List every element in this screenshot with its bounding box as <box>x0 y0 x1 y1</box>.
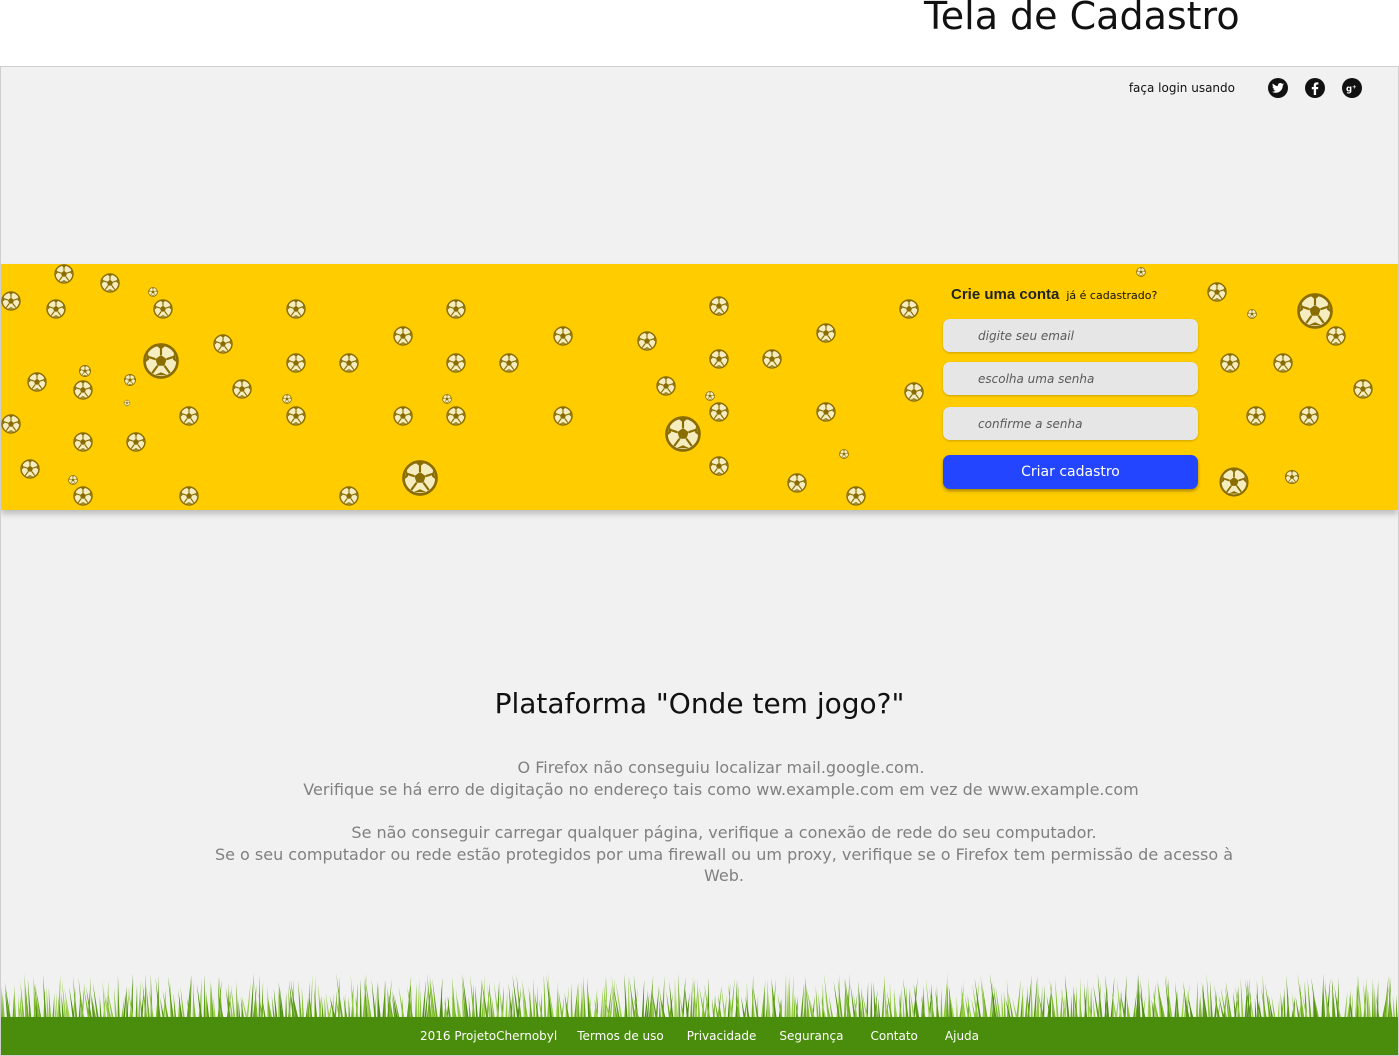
social-login-bar: faça login usando g + <box>1129 77 1362 99</box>
confirm-password-field[interactable] <box>943 407 1198 440</box>
footer: 2016 ProjetoChernobyl Termos de uso Priv… <box>1 1017 1398 1055</box>
footer-link-security[interactable]: Segurança <box>779 1029 843 1043</box>
footer-link-help[interactable]: Ajuda <box>945 1029 979 1043</box>
footer-links: 2016 ProjetoChernobyl Termos de uso Priv… <box>420 1029 979 1043</box>
signup-banner: Crie uma conta já é cadastrado? Criar ca… <box>1 264 1398 510</box>
google-plus-icon[interactable]: g + <box>1342 78 1362 98</box>
twitter-icon[interactable] <box>1268 78 1288 98</box>
error-line-3: Se não conseguir carregar qualquer págin… <box>351 823 1097 842</box>
error-line-1: O Firefox não conseguiu localizar mail.g… <box>517 758 925 777</box>
footer-link-privacy[interactable]: Privacidade <box>687 1029 757 1043</box>
signup-form-title: Crie uma conta <box>951 286 1060 303</box>
platform-title: Plataforma "Onde tem jogo?" <box>494 687 905 720</box>
page-title: Tela de Cadastro <box>924 0 1240 38</box>
create-account-button[interactable]: Criar cadastro <box>943 455 1198 489</box>
error-message-block-2: Se não conseguir carregar qualquer págin… <box>211 822 1237 887</box>
social-login-label: faça login usando <box>1128 81 1235 95</box>
already-registered-link[interactable]: já é cadastrado? <box>1066 289 1157 302</box>
signup-form: Crie uma conta já é cadastrado? Criar ca… <box>943 286 1199 489</box>
error-line-4: Se o seu computador ou rede estão proteg… <box>214 844 1234 886</box>
footer-link-terms[interactable]: Termos de uso <box>577 1029 664 1043</box>
browser-viewport: faça login usando g + Crie uma conta já … <box>0 66 1399 1056</box>
svg-text:+: + <box>1352 84 1357 90</box>
facebook-icon[interactable] <box>1305 78 1325 98</box>
signup-form-header: Crie uma conta já é cadastrado? <box>943 286 1199 308</box>
footer-copyright: 2016 ProjetoChernobyl <box>419 1029 558 1043</box>
footer-link-contact[interactable]: Contato <box>870 1029 917 1043</box>
password-field[interactable] <box>943 362 1198 395</box>
error-message-block-1: O Firefox não conseguiu localizar mail.g… <box>1 757 1398 800</box>
svg-text:g: g <box>1346 84 1352 94</box>
email-field[interactable] <box>943 319 1198 352</box>
error-line-2: Verifique se há erro de digitação no end… <box>303 779 1139 799</box>
